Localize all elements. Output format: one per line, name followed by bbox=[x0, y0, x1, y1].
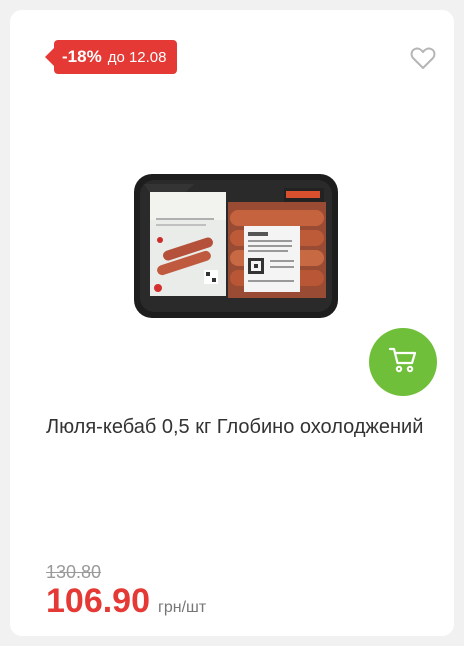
add-to-cart-button[interactable] bbox=[369, 328, 437, 396]
discount-until: до 12.08 bbox=[107, 48, 167, 66]
price-unit: грн/шт bbox=[158, 599, 207, 616]
price-row: 106.90 грн/шт bbox=[46, 582, 206, 621]
cart-icon bbox=[388, 346, 418, 379]
old-price: 130.80 bbox=[46, 562, 102, 582]
discount-percent: -18% bbox=[62, 47, 102, 66]
product-image[interactable] bbox=[134, 174, 338, 318]
heart-icon[interactable] bbox=[410, 46, 436, 70]
product-title[interactable]: Люля-кебаб 0,5 кг Глобино охолоджений bbox=[46, 412, 438, 442]
product-card[interactable]: -18% до 12.08 Люля-кебаб 0,5 кг Глобино … bbox=[10, 10, 454, 636]
current-price: 106.90 bbox=[46, 582, 150, 620]
discount-badge: -18% до 12.08 bbox=[45, 40, 177, 74]
